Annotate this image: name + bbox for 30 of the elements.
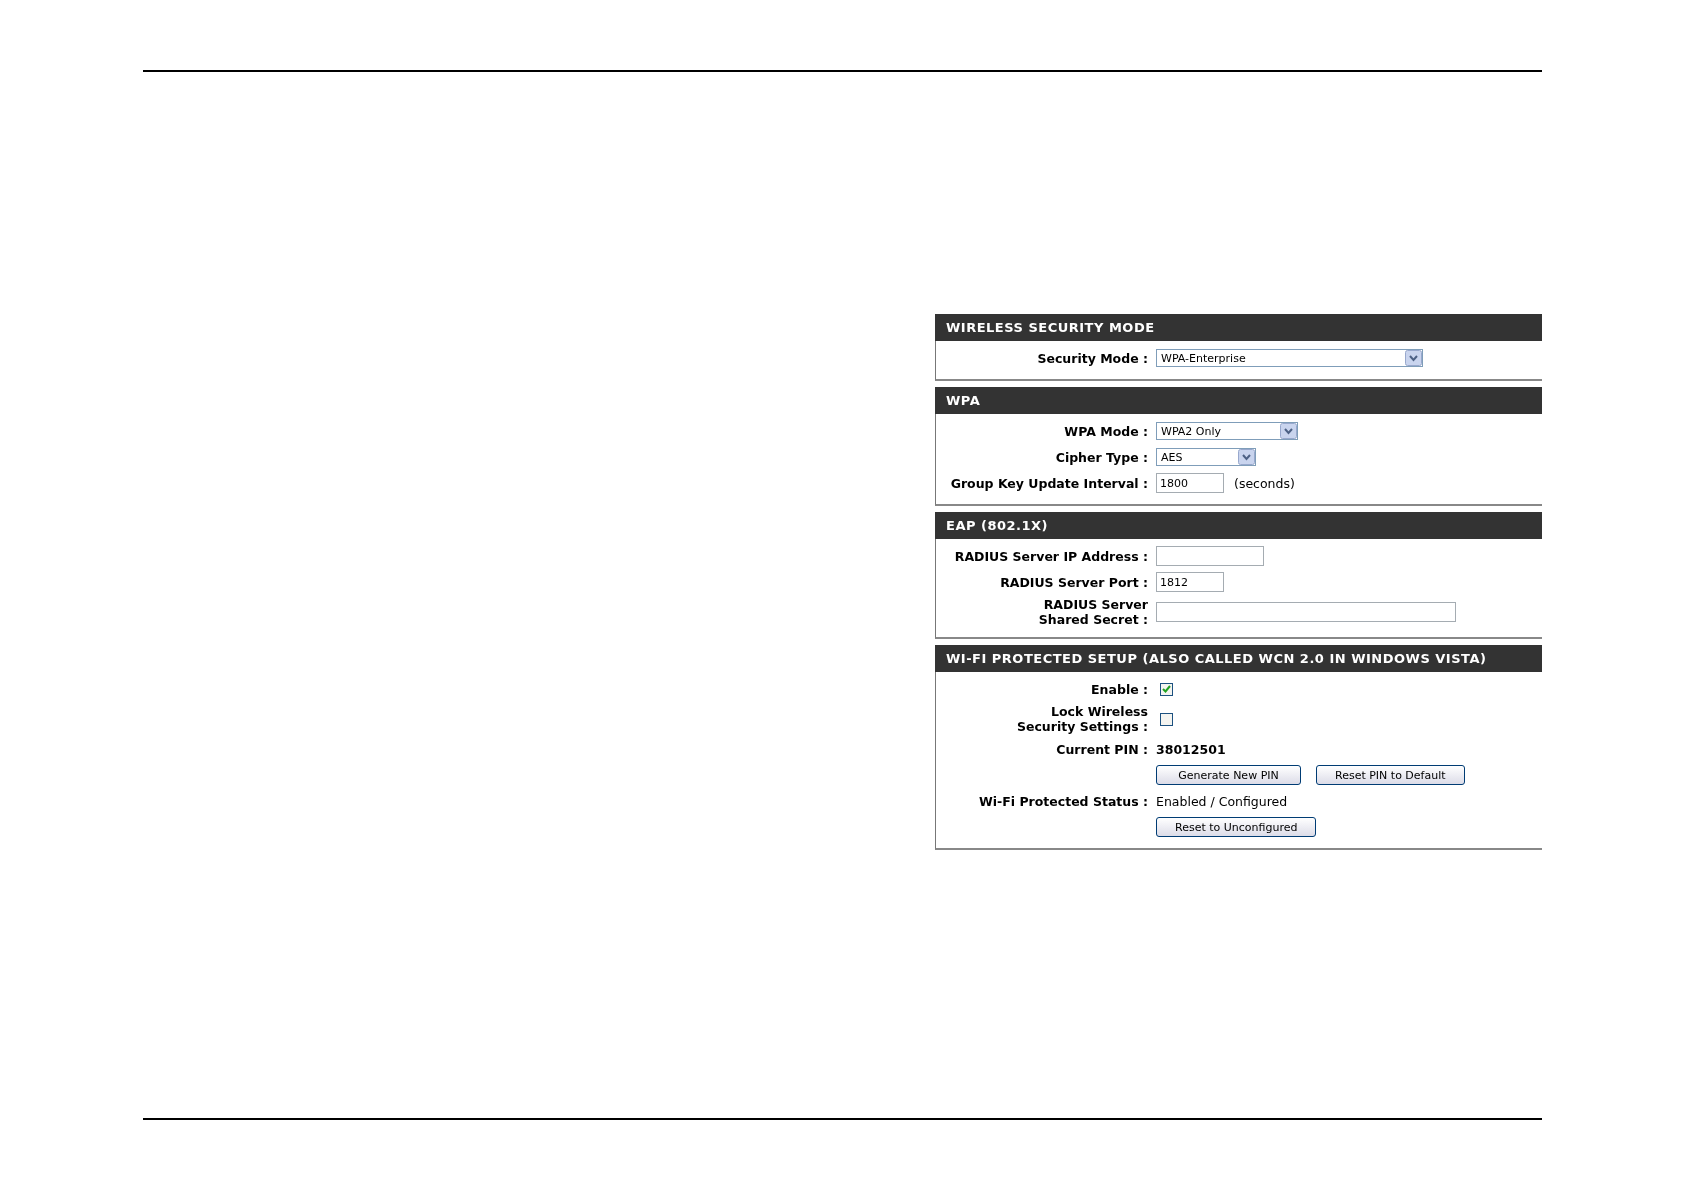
- section-header: WPA: [935, 387, 1542, 414]
- action-button[interactable]: Generate New PIN: [1156, 765, 1301, 785]
- input-field[interactable]: 1800: [1156, 473, 1224, 493]
- action-button[interactable]: Reset to Unconfigured: [1156, 817, 1317, 837]
- field-label: Group Key Update Interval :: [949, 475, 1148, 491]
- field-label: Security Mode :: [1036, 350, 1148, 366]
- input-field[interactable]: [1156, 546, 1264, 566]
- unit-label: (seconds): [1234, 475, 1295, 491]
- field-label: RADIUS Server Port :: [999, 574, 1148, 590]
- dropdown[interactable]: AES: [1156, 448, 1256, 466]
- dropdown[interactable]: WPA-Enterprise: [1156, 349, 1423, 367]
- field-label: RADIUS Server IP Address :: [953, 548, 1148, 564]
- section-header: WIRELESS SECURITY MODE: [935, 314, 1542, 341]
- field-label: Current PIN :: [1055, 741, 1148, 757]
- checkbox[interactable]: [1160, 712, 1173, 726]
- action-button[interactable]: Reset PIN to Default: [1316, 765, 1465, 785]
- section-header: EAP (802.1X): [935, 512, 1542, 539]
- field-label: RADIUS Server Shared Secret :: [1037, 597, 1148, 627]
- status-value: Enabled / Configured: [1156, 793, 1288, 809]
- field-label: Cipher Type :: [1054, 449, 1148, 465]
- section-header: WI-FI PROTECTED SETUP (ALSO CALLED WCN 2.0 IN WINDOWS VISTA): [935, 645, 1542, 672]
- field-label: Lock Wireless Security Settings :: [1015, 704, 1148, 734]
- field-label: WPA Mode :: [1063, 423, 1148, 439]
- field-label: Wi-Fi Protected Status :: [977, 793, 1148, 809]
- field-label: Enable :: [1090, 681, 1148, 697]
- input-field[interactable]: 1812: [1156, 572, 1224, 592]
- pin-value: 38012501: [1156, 741, 1226, 757]
- input-field[interactable]: [1156, 602, 1456, 622]
- checkbox[interactable]: [1160, 682, 1173, 696]
- dropdown[interactable]: WPA2 Only: [1156, 422, 1298, 440]
